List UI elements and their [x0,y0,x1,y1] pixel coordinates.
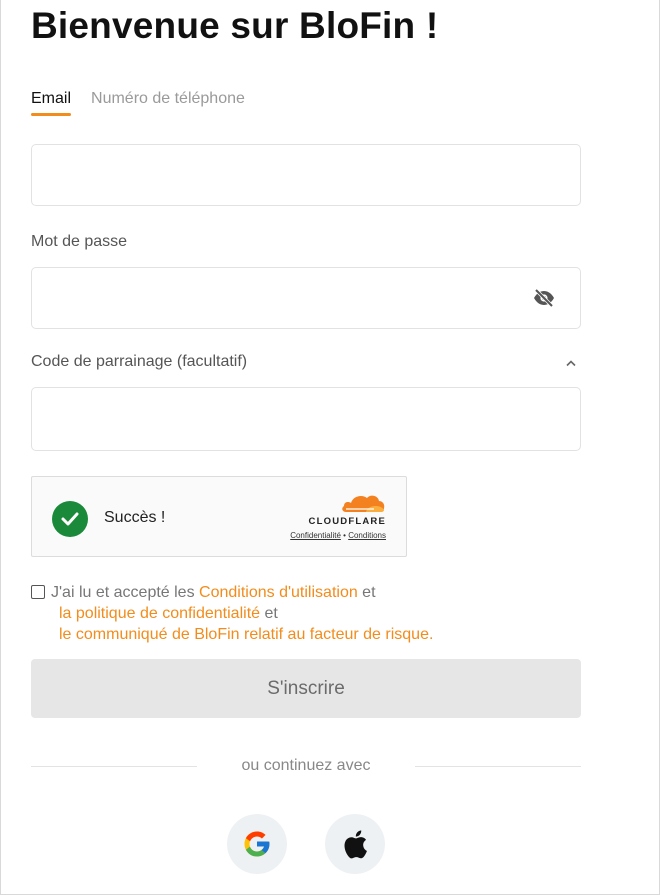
signup-button[interactable]: S'inscrire [31,659,581,718]
google-login-button[interactable] [227,814,287,874]
referral-field-container [31,387,581,451]
captcha-widget: Succès ! CLOUDFLARE Confidentialité • Co… [31,476,407,557]
privacy-policy-link[interactable]: la politique de confidentialité [59,605,260,622]
tab-email[interactable]: Email [31,90,72,116]
divider-left [31,766,197,767]
apple-icon [344,830,367,859]
google-icon [244,831,270,857]
captcha-privacy-link[interactable]: Confidentialité [290,531,341,540]
terms-line-1: J'ai lu et accepté les Conditions d'util… [51,582,376,603]
password-field-container [31,267,581,329]
eye-off-icon[interactable] [532,286,556,310]
terms-line-3: le communiqué de BloFin relatif au facte… [59,624,433,645]
captcha-terms-link[interactable]: Conditions [348,531,386,540]
login-method-tabs: Email Numéro de téléphone [31,90,245,116]
referral-code-input[interactable] [32,388,534,446]
terms-and-2: et [260,605,278,622]
divider-right [415,766,581,767]
password-label: Mot de passe [31,233,128,250]
chevron-up-icon[interactable] [562,354,580,372]
terms-of-use-link[interactable]: Conditions d'utilisation [199,584,358,601]
page-title: Bienvenue sur BloFin ! [31,5,439,46]
check-circle-icon [52,501,88,537]
apple-login-button[interactable] [325,814,385,874]
email-field-container [31,144,581,206]
captcha-links: Confidentialité • Conditions [290,531,386,540]
password-input[interactable] [32,268,534,326]
terms-and-1: et [357,584,376,601]
captcha-status: Succès ! [104,509,166,526]
referral-code-label: Code de parrainage (facultatif) [31,353,248,370]
social-divider-text: ou continuez avec [241,757,371,774]
terms-prefix: J'ai lu et accepté les [51,584,200,601]
tab-phone-number[interactable]: Numéro de téléphone [91,90,245,116]
frame-border-left [0,0,1,895]
terms-checkbox[interactable] [31,585,45,599]
risk-disclosure-link[interactable]: le communiqué de BloFin relatif au facte… [59,626,433,643]
captcha-link-separator: • [343,531,346,540]
terms-line-2: la politique de confidentialité et [59,603,278,624]
cloudflare-wordmark: CLOUDFLARE [308,516,386,527]
cloudflare-cloud-icon [342,495,385,512]
email-input[interactable] [32,145,534,203]
